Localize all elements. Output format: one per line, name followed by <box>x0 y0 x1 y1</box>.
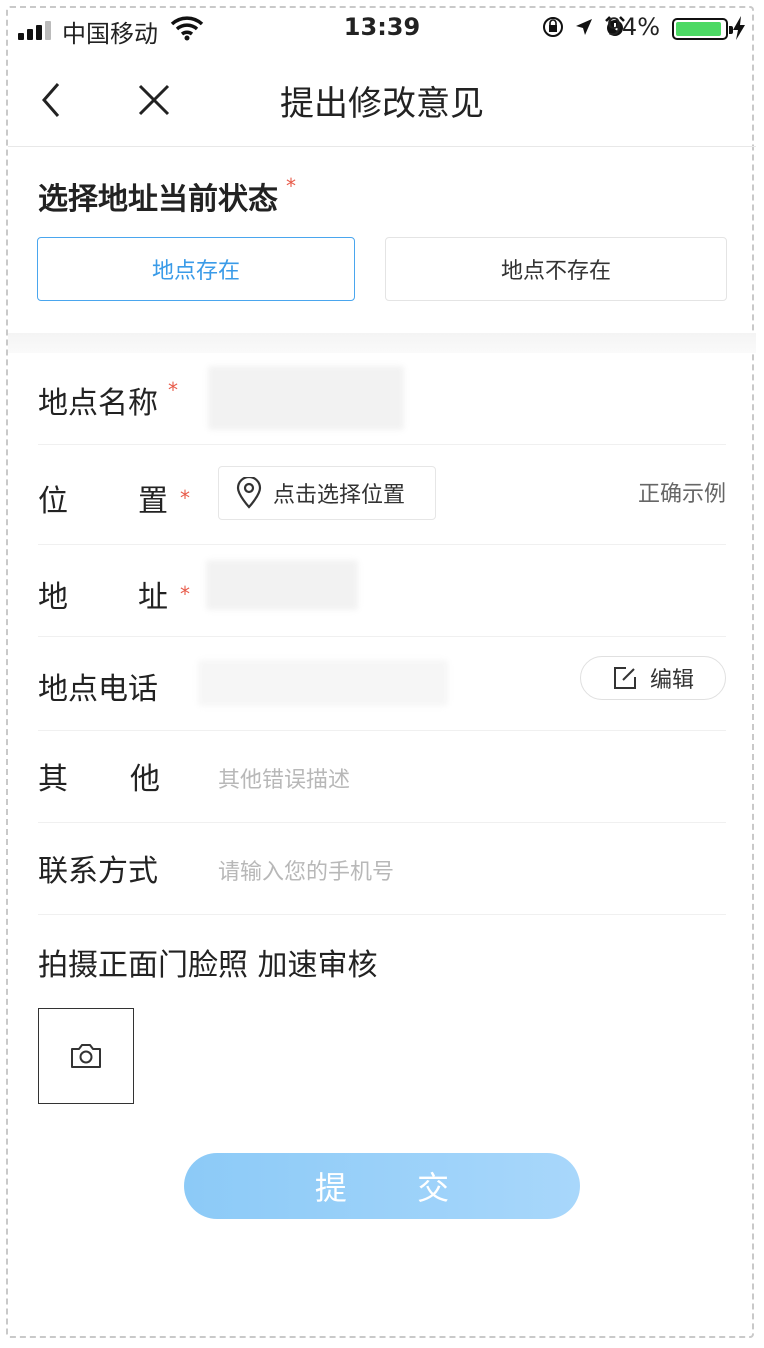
address-label-2: 址 <box>138 580 168 615</box>
name-label: 地点名称 <box>38 386 158 421</box>
phone-label: 地点电话 <box>38 672 158 707</box>
map-pin-icon <box>236 477 262 509</box>
position-label-2: 置 <box>138 484 168 519</box>
section-divider <box>8 333 756 353</box>
photo-upload-button[interactable] <box>38 1008 134 1104</box>
required-mark: * <box>180 582 190 606</box>
status-bar: 中国移动 13:39 94% <box>18 12 746 48</box>
address-label-1: 地 <box>38 580 68 615</box>
orientation-lock-icon <box>543 17 563 37</box>
charging-icon <box>733 16 745 40</box>
position-row: 位 置 * 点击选择位置 正确示例 <box>38 460 726 545</box>
edit-phone-button[interactable]: 编辑 <box>580 656 726 700</box>
camera-icon <box>71 1044 101 1068</box>
address-row: 地 址 * <box>38 554 726 637</box>
other-input[interactable]: 其他错误描述 <box>218 762 350 794</box>
position-label-1: 位 <box>38 484 68 519</box>
page-title: 提出修改意见 <box>280 84 484 124</box>
name-input-redacted[interactable] <box>208 366 404 430</box>
other-row: 其 他 其他错误描述 <box>38 746 726 823</box>
battery-icon <box>672 18 733 40</box>
option-place-exists[interactable]: 地点存在 <box>37 237 355 301</box>
phone-row: 地点电话 编辑 <box>38 654 726 731</box>
required-mark: * <box>180 486 190 510</box>
other-label-1: 其 <box>38 762 68 797</box>
phone-number-input[interactable]: 请输入您的手机号 <box>218 854 394 886</box>
name-row: 地点名称 * <box>38 360 726 445</box>
photo-section-title: 拍摄正面门脸照 加速审核 <box>38 948 378 983</box>
nav-bar: 提出修改意见 <box>8 58 756 147</box>
option-place-not-exists[interactable]: 地点不存在 <box>385 237 727 301</box>
correct-example-link[interactable]: 正确示例 <box>638 476 726 508</box>
contact-row: 联系方式 请输入您的手机号 <box>38 838 726 915</box>
contact-label: 联系方式 <box>38 854 158 889</box>
submit-button[interactable]: 提 交 <box>184 1153 580 1219</box>
battery-percent: 94% <box>606 13 660 41</box>
phone-value-redacted <box>198 660 448 706</box>
location-arrow-icon <box>576 19 592 35</box>
status-section-title: 选择地址当前状态 * <box>38 174 296 217</box>
edit-icon <box>613 667 636 689</box>
required-mark: * <box>286 174 296 198</box>
select-location-button[interactable]: 点击选择位置 <box>218 466 436 520</box>
other-label-2: 他 <box>130 762 160 797</box>
address-input-redacted[interactable] <box>206 560 358 610</box>
